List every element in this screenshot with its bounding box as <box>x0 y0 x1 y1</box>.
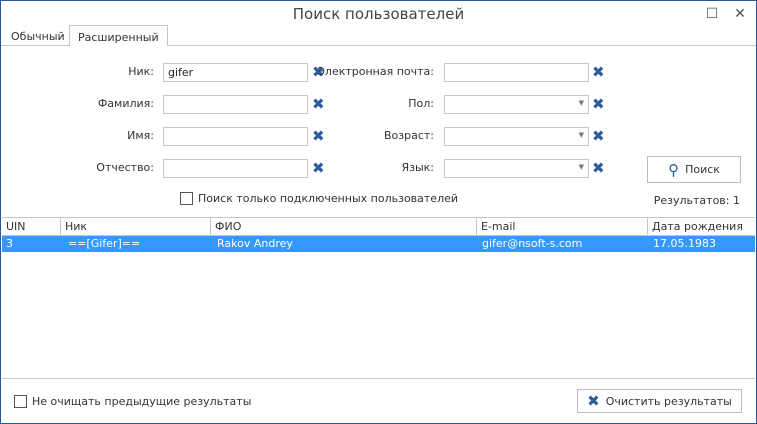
language-label: Язык: <box>401 161 434 174</box>
language-select[interactable]: ▼ <box>444 159 589 178</box>
chevron-down-icon: ▼ <box>578 131 584 139</box>
cell-email: gifer@nsoft-s.com <box>482 237 583 250</box>
results-count: Результатов: 1 <box>653 194 740 207</box>
clear-age-icon[interactable]: ✖ <box>592 129 605 144</box>
search-button[interactable]: ⚲ Поиск <box>647 156 741 183</box>
window-title: Поиск пользователей <box>292 5 465 23</box>
tab-advanced[interactable]: Расширенный <box>69 25 168 46</box>
column-email[interactable]: E-mail <box>477 218 648 236</box>
search-button-label: Поиск <box>685 163 720 176</box>
chevron-down-icon: ▼ <box>578 163 584 171</box>
keep-results-label: Не очищать предыдущие результаты <box>32 395 252 408</box>
email-label: Электронная почта: <box>317 65 434 78</box>
email-input[interactable] <box>444 63 589 82</box>
patronymic-input[interactable] <box>163 159 308 178</box>
cell-uin: 3 <box>6 237 13 250</box>
column-birthdate[interactable]: Дата рождения <box>648 218 755 236</box>
gender-select[interactable]: ▼ <box>444 95 589 114</box>
clear-language-icon[interactable]: ✖ <box>592 161 605 176</box>
table-row[interactable]: 3 ==[Gifer]== Rakov Andrey gifer@nsoft-s… <box>2 236 755 252</box>
clear-results-label: Очистить результаты <box>605 394 732 408</box>
firstname-input[interactable] <box>163 127 308 146</box>
clear-results-button[interactable]: ✖ Очистить результаты <box>577 389 742 413</box>
maximize-icon[interactable]: ☐ <box>704 6 720 22</box>
chevron-down-icon: ▼ <box>578 99 584 107</box>
online-only-checkbox[interactable] <box>180 192 193 205</box>
nick-input[interactable] <box>163 63 308 82</box>
lastname-input[interactable] <box>163 95 308 114</box>
results-grid: UIN Ник ФИО E-mail Дата рождения 3 ==[Gi… <box>2 217 755 379</box>
tab-basic[interactable]: Обычный <box>3 25 73 46</box>
firstname-label: Имя: <box>127 129 154 142</box>
keep-results-checkbox[interactable] <box>14 395 27 408</box>
close-icon[interactable]: ✕ <box>732 6 748 22</box>
gender-label: Пол: <box>408 97 434 110</box>
cell-fullname: Rakov Andrey <box>217 237 293 250</box>
cell-birthdate: 17.05.1983 <box>653 237 716 250</box>
age-label: Возраст: <box>383 129 434 142</box>
cell-nick: ==[Gifer]== <box>68 237 141 250</box>
column-fullname[interactable]: ФИО <box>211 218 477 236</box>
patronymic-label: Отчество: <box>96 161 154 174</box>
close-icon: ✖ <box>587 391 600 410</box>
clear-gender-icon[interactable]: ✖ <box>592 97 605 112</box>
column-nick[interactable]: Ник <box>61 218 211 236</box>
column-uin[interactable]: UIN <box>2 218 61 236</box>
online-only-label: Поиск только подключенных пользователей <box>198 192 459 205</box>
search-icon: ⚲ <box>668 160 680 179</box>
clear-email-icon[interactable]: ✖ <box>592 65 605 80</box>
nick-label: Ник: <box>128 65 154 78</box>
age-select[interactable]: ▼ <box>444 127 589 146</box>
lastname-label: Фамилия: <box>97 97 154 110</box>
search-users-window: Поиск пользователей ☐ ✕ Обычный Расширен… <box>0 0 757 424</box>
